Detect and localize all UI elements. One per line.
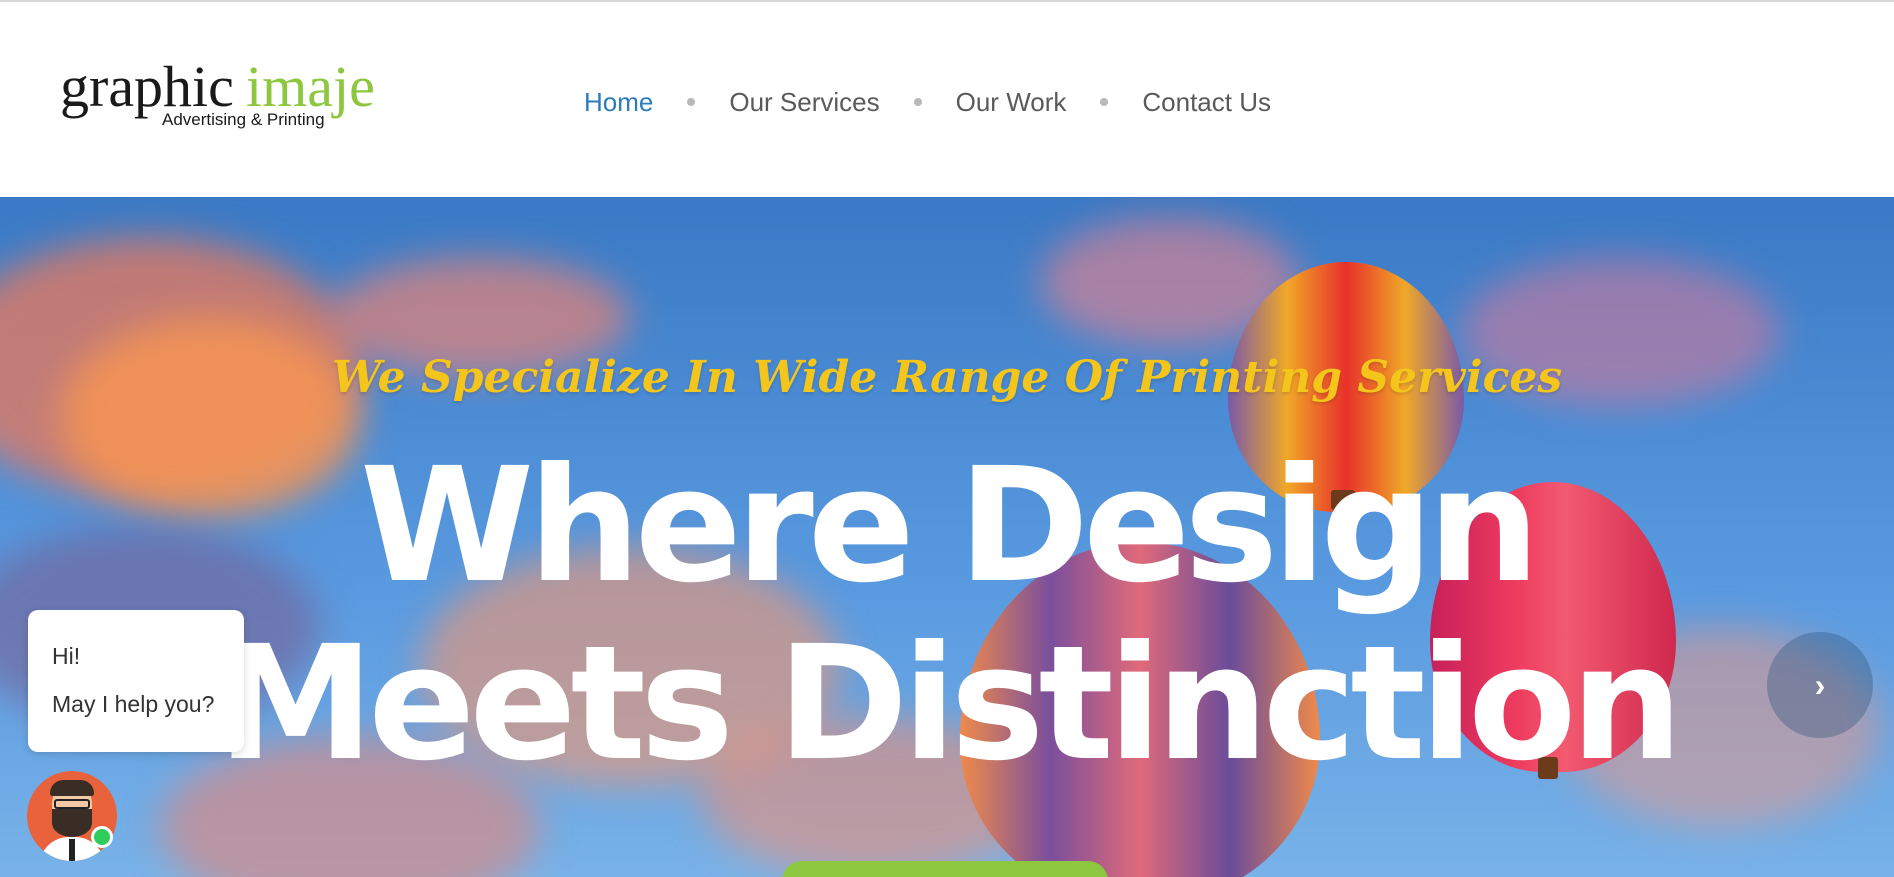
hero-title-line: Where Design [359,434,1540,618]
avatar-tie [69,839,75,861]
chat-greeting-line: Hi! [52,643,81,669]
avatar-hair [50,780,94,796]
slider-next-button[interactable]: › [1767,632,1873,738]
site-logo[interactable]: graphic imaje Advertising & Printing [60,52,400,152]
chat-greeting-bubble[interactable]: Hi! May I help you? [28,610,244,752]
chevron-right-icon: › [1814,666,1826,703]
logo-tagline: Advertising & Printing [162,110,325,129]
hero-title: Where Design Meets Distinction [0,437,1894,793]
hero-cta-button[interactable] [782,861,1108,877]
avatar-glasses [54,799,90,809]
main-nav: Home Our Services Our Work Contact Us [584,80,1271,124]
nav-item-our-work[interactable]: Our Work [956,87,1067,118]
nav-separator-dot [1100,98,1109,106]
nav-item-contact-us[interactable]: Contact Us [1142,87,1271,118]
nav-item-home[interactable]: Home [584,87,653,118]
nav-separator-dot [687,98,696,106]
hero-subtitle: We Specialize In Wide Range Of Printing … [331,352,1563,403]
nav-item-our-services[interactable]: Our Services [729,87,879,118]
hero-slider: We Specialize In Wide Range Of Printing … [0,197,1894,877]
hero-title-line: Meets Distinction [216,612,1683,796]
avatar-beard [52,809,92,837]
nav-separator-dot [913,98,922,106]
site-header: graphic imaje Advertising & Printing Hom… [0,2,1894,197]
chat-greeting-line: May I help you? [52,691,215,717]
online-status-dot [91,826,113,848]
